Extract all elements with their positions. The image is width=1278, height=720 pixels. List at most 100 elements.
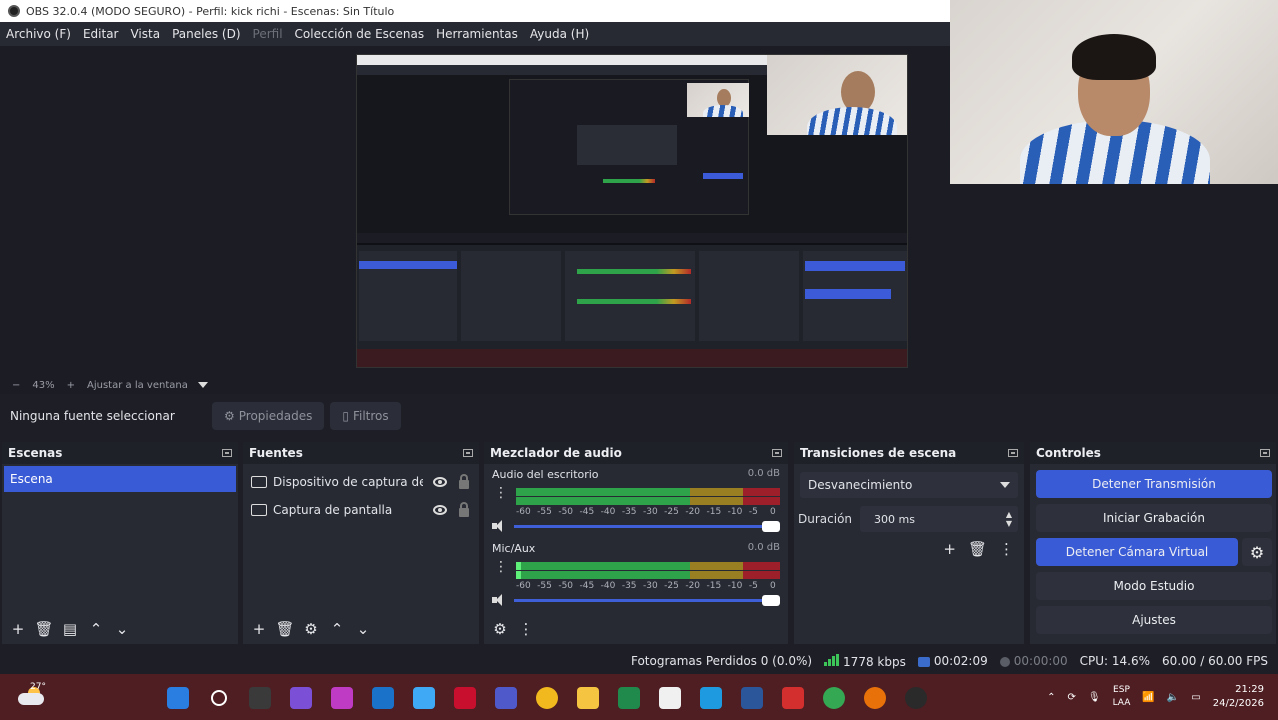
nested-stop-stream-button [805,261,905,271]
stop-virtual-camera-button[interactable]: Detener Cámara Virtual [1036,538,1238,566]
speaker-icon[interactable] [492,520,506,532]
file-explorer-icon-glyph [577,687,599,709]
stop-stream-button[interactable]: Detener Transmisión [1036,470,1272,498]
move-up-icon[interactable]: ⌃ [327,619,347,639]
transition-menu-icon[interactable]: ⋮ [999,540,1014,558]
meter-tick-label: -30 [643,581,658,591]
volume-slider[interactable] [514,595,780,606]
meter-segment [743,562,780,570]
advanced-audio-icon[interactable]: ⚙ [490,619,510,639]
menu-editar[interactable]: Editar [77,27,125,41]
remove-source-icon[interactable]: 🗑 [275,619,295,639]
volume-slider-thumb[interactable] [762,595,780,606]
tray-overflow-chevron-icon[interactable]: ⌃ [1047,692,1055,703]
meter-tick-label: -30 [643,507,658,517]
dock-float-icon[interactable] [222,449,232,457]
edge-icon[interactable] [695,682,727,714]
source-settings-icon[interactable]: ⚙ [301,619,321,639]
scene-transitions-dock-title: Transiciones de escena [800,446,957,460]
channel-db: 0.0 dB [747,542,780,553]
menu-ayuda[interactable]: Ayuda (H) [524,27,595,41]
settings-button[interactable]: Ajustes [1036,606,1272,634]
channel-menu-icon[interactable]: ⋮ [494,560,508,574]
move-down-icon[interactable]: ⌄ [112,619,132,639]
source-item[interactable]: Dispositivo de captura de v [243,468,479,496]
channel-menu-icon[interactable]: ⋮ [494,486,508,500]
clipchamp-icon[interactable] [326,682,358,714]
add-source-icon[interactable]: + [249,619,269,639]
acrobat-icon-glyph [782,687,804,709]
input-language-indicator[interactable]: ESP LAA [1113,684,1131,710]
remove-transition-icon[interactable]: 🗑 [968,540,987,558]
studio-mode-button[interactable]: Modo Estudio [1036,572,1272,600]
visibility-eye-icon[interactable] [433,505,447,515]
zoom-fit-dropdown-icon[interactable] [197,382,208,388]
lang-top: ESP [1113,685,1130,695]
source-item[interactable]: Captura de pantalla [243,496,479,524]
menu-archivo[interactable]: Archivo (F) [0,27,77,41]
spin-arrows-icon[interactable]: ▲ ▼ [1006,510,1012,528]
chrome-profile-icon[interactable] [818,682,850,714]
weather-app-icon[interactable] [408,682,440,714]
meter-segment [516,497,691,505]
meter-segment [516,488,691,496]
meter-tick-label: -35 [621,507,637,517]
tray-sync-icon[interactable]: ⟳ [1067,692,1075,703]
move-down-icon[interactable]: ⌄ [353,619,373,639]
menu-coleccion-escenas[interactable]: Colección de Escenas [289,27,431,41]
volume-meter [516,497,780,505]
calendar-icon[interactable] [654,682,686,714]
battery-icon[interactable]: ▭ [1191,692,1200,703]
transition-select[interactable]: Desvanecimiento [800,472,1018,498]
volume-icon[interactable]: 🔈 [1167,692,1179,703]
volume-slider[interactable] [514,521,780,532]
obs-icon[interactable] [900,682,932,714]
dock-float-icon[interactable] [1260,449,1270,457]
task-view-icon[interactable] [244,682,276,714]
lock-icon[interactable] [459,501,469,517]
add-transition-icon[interactable]: + [943,540,956,558]
remove-scene-icon[interactable]: 🗑 [34,619,54,639]
teams-icon[interactable] [490,682,522,714]
search-icon[interactable] [203,682,235,714]
menu-herramientas[interactable]: Herramientas [430,27,524,41]
scene-filters-icon[interactable]: ▤ [60,619,80,639]
acrobat-icon[interactable] [777,682,809,714]
volume-slider-thumb[interactable] [762,521,780,532]
duration-spinbox[interactable]: 300 ms ▲ ▼ [860,506,1018,532]
chrome-icon[interactable] [531,682,563,714]
scene-item[interactable]: Escena [4,466,236,492]
wifi-icon[interactable]: 📶 [1142,692,1154,703]
dock-float-icon[interactable] [772,449,782,457]
filters-button[interactable]: ▯ Filtros [330,402,401,430]
hp-icon[interactable] [367,682,399,714]
speaker-icon[interactable] [492,594,506,606]
file-explorer-icon[interactable] [572,682,604,714]
menu-vista[interactable]: Vista [124,27,166,41]
preview-canvas[interactable] [356,54,908,368]
move-up-icon[interactable]: ⌃ [86,619,106,639]
meter-tick-label: -55 [537,507,552,517]
windows-start-icon[interactable] [162,682,194,714]
word-icon[interactable] [736,682,768,714]
zoom-in-button[interactable]: + [67,380,75,391]
properties-button[interactable]: ⚙ Propiedades [212,402,325,430]
chrome-profile-2-icon[interactable] [859,682,891,714]
zoom-out-button[interactable]: − [12,380,20,391]
copilot-icon[interactable] [285,682,317,714]
taskbar-clock[interactable]: 21:29 24/2/2026 [1213,683,1264,711]
start-recording-button[interactable]: Iniciar Grabación [1036,504,1272,532]
zoom-fit-select[interactable]: Ajustar a la ventana [87,380,188,391]
tray-mic-icon[interactable]: 🎙 [1088,692,1101,703]
dock-float-icon[interactable] [463,449,473,457]
sources-dock-header: Fuentes [243,442,479,464]
mixer-menu-icon[interactable]: ⋮ [516,619,536,639]
add-scene-icon[interactable]: + [8,619,28,639]
visibility-eye-icon[interactable] [433,477,447,487]
virtual-camera-settings-gear-icon[interactable]: ⚙ [1242,538,1272,566]
store-icon[interactable] [613,682,645,714]
menu-paneles[interactable]: Paneles (D) [166,27,246,41]
lock-icon[interactable] [459,473,469,489]
mcafee-icon[interactable] [449,682,481,714]
dock-float-icon[interactable] [1008,449,1018,457]
